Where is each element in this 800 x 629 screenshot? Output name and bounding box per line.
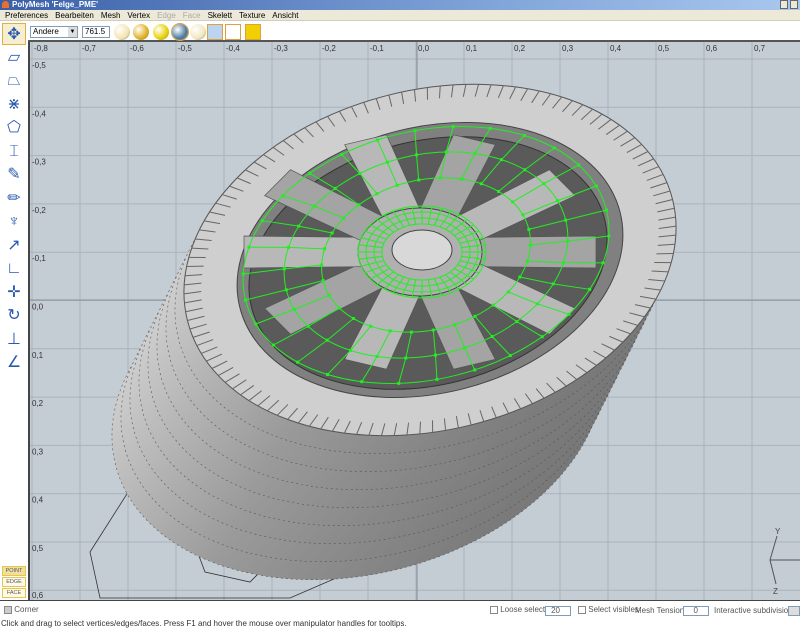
tool-palette: ✥ ▱ ⏢ ⋇ ⬠ ⌶ ✎ ✏ ♆ ↗ ∟ ✛ ↻ ⊥ ∠ POINT EDGE FACE	[0, 21, 28, 600]
skeleton-tool-icon[interactable]: ∟	[2, 258, 26, 280]
ruler-y-label: 0,4	[32, 496, 44, 505]
taper-tool-icon[interactable]: ⏢	[2, 70, 26, 92]
ruler-y-label: -0,2	[32, 206, 46, 215]
ruler-x-label: 0,1	[466, 44, 478, 53]
ruler-x-label: 0,0	[418, 44, 430, 53]
chevron-down-icon[interactable]: ▼	[68, 27, 77, 37]
ruler-y-label: 0,0	[32, 303, 44, 312]
mode-edge-button[interactable]: EDGE	[2, 577, 26, 587]
ruler-x-label: 0,3	[562, 44, 574, 53]
ruler-x-label: 0,5	[658, 44, 670, 53]
grid-icon[interactable]	[207, 24, 223, 40]
bevel-tool-icon[interactable]: ⋇	[2, 94, 26, 116]
loose-select-spinner[interactable]: 20	[545, 606, 571, 616]
ruler-x-label: -0,3	[274, 44, 288, 53]
status-bar: Corner Loose select 20 Select visibles M…	[0, 600, 800, 629]
transparent-sphere-icon[interactable]	[190, 24, 206, 40]
claw-tool-icon[interactable]: ♆	[2, 211, 26, 233]
menu-bar: Preferences Bearbeiten Mesh Vertex Edge Face S…	[0, 10, 800, 21]
view-select-value: Andere	[33, 27, 59, 36]
shaded-sphere-icon[interactable]	[133, 24, 149, 40]
ruler-x-label: -0,8	[34, 44, 48, 53]
pin-tool-icon[interactable]: ↗	[2, 235, 26, 257]
mesh-tension-label: Mesh Tension:	[635, 606, 687, 615]
toolbar: Andere ▼ 761.5	[0, 21, 800, 42]
select-visibles-checkbox[interactable]: Select visibles	[578, 605, 639, 614]
ruler-x-label: -0,1	[370, 44, 384, 53]
menu-bearbeiten[interactable]: Bearbeiten	[55, 11, 94, 20]
brush-tool-icon[interactable]: ✏	[2, 188, 26, 210]
ruler-x-label: 0,4	[610, 44, 622, 53]
angle-icon[interactable]: ∠	[2, 352, 26, 374]
ruler-x-label: -0,7	[82, 44, 96, 53]
ruler-x-label: -0,4	[226, 44, 240, 53]
textured-sphere-icon[interactable]	[171, 23, 189, 41]
interactive-subdivisions-spinner[interactable]	[788, 606, 800, 616]
knife-tool-icon[interactable]: ✎	[2, 164, 26, 186]
interactive-subdivisions-label: Interactive subdivisions	[714, 606, 797, 615]
menu-ansicht[interactable]: Ansicht	[272, 11, 298, 20]
axes-icon[interactable]	[225, 24, 241, 40]
ruler-x-label: 0,7	[754, 44, 766, 53]
axis-y-label: Y	[775, 527, 781, 536]
ruler-x-label: 0,2	[514, 44, 526, 53]
axis-indicator: YZ	[769, 527, 800, 596]
ruler-y-label: -0,4	[32, 109, 46, 118]
mode-point-button[interactable]: POINT	[2, 566, 26, 576]
ruler-x-label: -0,6	[130, 44, 144, 53]
app-icon	[2, 1, 9, 8]
ruler-y-label: -0,3	[32, 158, 46, 167]
window-title: PolyMesh 'Felge_PME'	[12, 0, 99, 9]
wireframe-sphere-icon[interactable]	[114, 24, 130, 40]
corner-checkbox[interactable]: Corner	[4, 605, 39, 614]
ruler-x-label: -0,5	[178, 44, 192, 53]
menu-face: Face	[182, 11, 201, 20]
loose-select-checkbox[interactable]: Loose select	[490, 605, 545, 614]
skew-tool-icon[interactable]: ▱	[2, 47, 26, 69]
minimize-button[interactable]	[780, 0, 788, 9]
menu-skelett[interactable]: Skelett	[208, 11, 232, 20]
ruler-y-label: 0,6	[32, 591, 44, 600]
mesh-tension-spinner[interactable]: 0	[683, 606, 709, 616]
view-select[interactable]: Andere ▼	[30, 26, 78, 38]
loose-select-label: Loose select	[500, 605, 546, 614]
3d-viewport[interactable]: -0,8 -0,7 -0,6 -0,5 -0,4 -0,3 -0,2 -0,1 0,0 0,1 0,…	[28, 42, 800, 600]
thicken-tool-icon[interactable]: ⌶	[2, 141, 26, 163]
corner-label: Corner	[14, 605, 39, 614]
mode-face-button[interactable]: FACE	[2, 588, 26, 598]
ruler-y-label: 0,1	[32, 351, 44, 360]
ruler-y-label: -0,1	[32, 254, 46, 263]
move-view-icon[interactable]: ✛	[2, 282, 26, 304]
maximize-button[interactable]	[790, 0, 798, 9]
extrude-tool-icon[interactable]: ⬠	[2, 117, 26, 139]
menu-preferences[interactable]: Preferences	[5, 11, 48, 20]
status-hint: Click and drag to select vertices/edges/…	[1, 619, 407, 628]
menu-vertex[interactable]: Vertex	[127, 11, 150, 20]
ruler-y-label: 0,2	[32, 399, 44, 408]
title-bar: PolyMesh 'Felge_PME'	[0, 0, 800, 10]
ruler-y-label: -0,5	[32, 61, 46, 70]
menu-edge: Edge	[157, 11, 176, 20]
menu-mesh[interactable]: Mesh	[101, 11, 121, 20]
measure-icon[interactable]: ⊥	[2, 329, 26, 351]
ruler-x-label: -0,2	[322, 44, 336, 53]
ruler-y-label: 0,5	[32, 544, 44, 553]
ruler-y-label: 0,3	[32, 447, 44, 456]
hub-center	[391, 229, 453, 271]
ruler-x-label: 0,6	[706, 44, 718, 53]
lights-icon[interactable]	[245, 24, 261, 40]
axis-z-label: Z	[773, 587, 778, 596]
select-visibles-label: Select visibles	[588, 605, 639, 614]
scale-input[interactable]: 761.5	[82, 26, 110, 38]
move-tool-icon[interactable]: ✥	[2, 23, 26, 45]
menu-texture[interactable]: Texture	[239, 11, 265, 20]
rotate-view-icon[interactable]: ↻	[2, 305, 26, 327]
smooth-sphere-icon[interactable]	[153, 24, 169, 40]
